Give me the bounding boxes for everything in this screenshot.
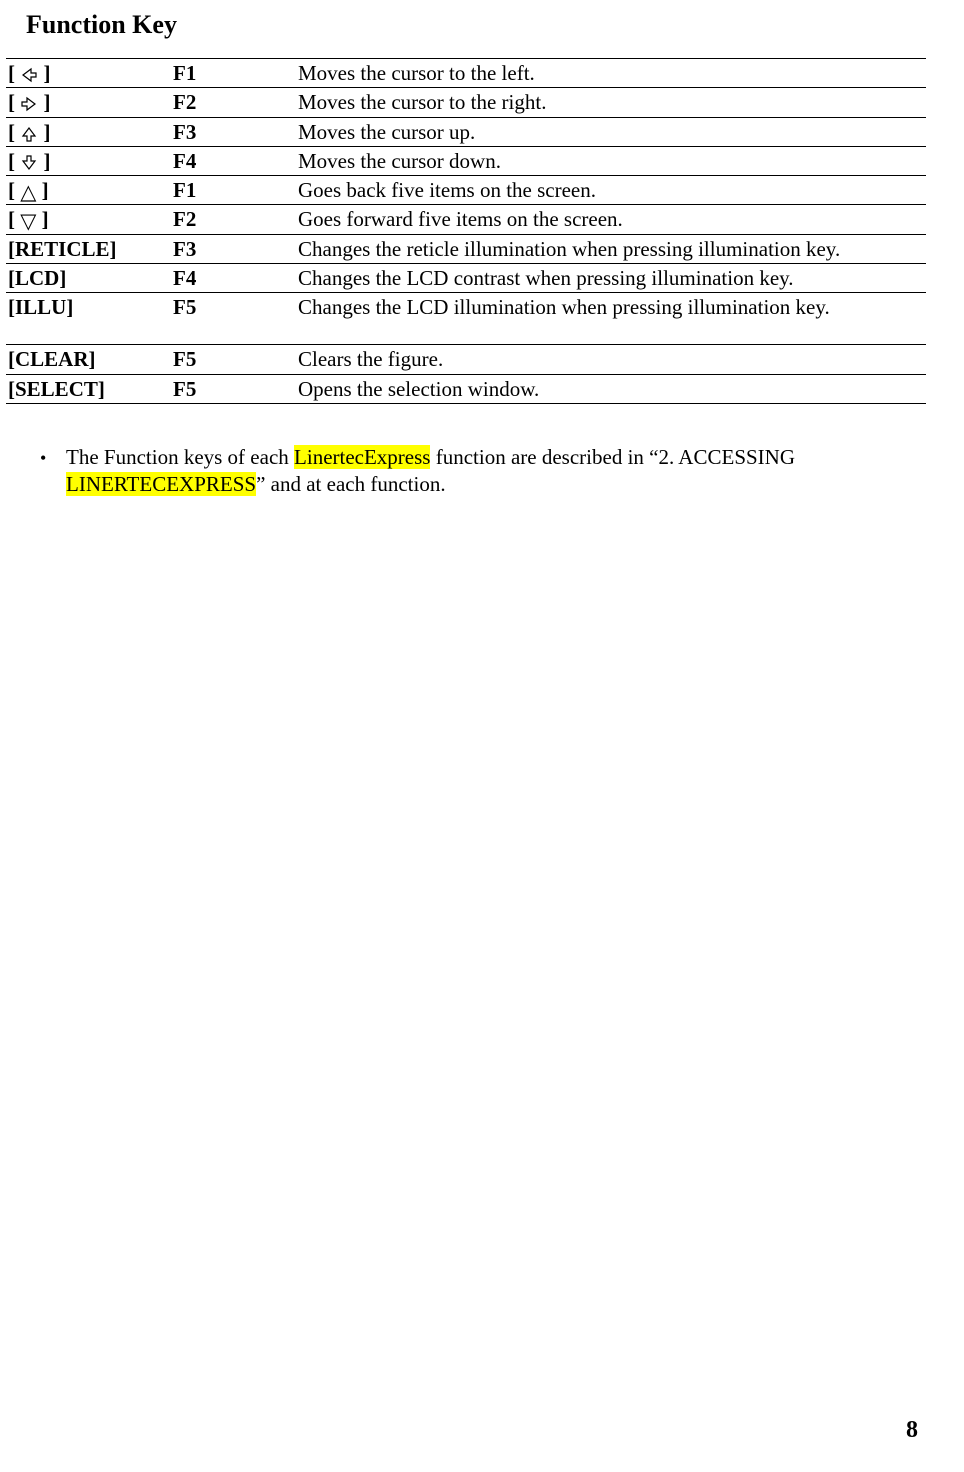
table-row: [CLEAR]F5Clears the figure. <box>6 345 926 374</box>
table-row: [ △ ]F1Goes back five items on the scree… <box>6 176 926 205</box>
key-icon-cell: [ ▽ ] <box>6 205 171 234</box>
key-icon-cell: [LCD] <box>6 263 171 292</box>
table-row: [ILLU]F5Changes the LCD illumination whe… <box>6 293 926 345</box>
fkey-cell: F4 <box>171 146 296 175</box>
description-cell: Opens the selection window. <box>296 374 926 403</box>
description-cell: Goes back five items on the screen. <box>296 176 926 205</box>
fkey-cell: F1 <box>171 176 296 205</box>
section-title: Function Key <box>26 10 954 40</box>
key-icon-cell: [ILLU] <box>6 293 171 345</box>
bullet-icon: • <box>40 444 50 471</box>
fkey-cell: F4 <box>171 263 296 292</box>
key-icon-cell: [ ] <box>6 117 171 146</box>
table-row: [RETICLE]F3Changes the reticle illuminat… <box>6 234 926 263</box>
description-cell: Goes forward five items on the screen. <box>296 205 926 234</box>
note-text: The Function keys of each LinertecExpres… <box>66 444 924 499</box>
key-icon-cell: [ ] <box>6 88 171 117</box>
description-cell: Clears the figure. <box>296 345 926 374</box>
description-cell: Moves the cursor up. <box>296 117 926 146</box>
table-row: [ ]F3Moves the cursor up. <box>6 117 926 146</box>
table-row: [ ]F4Moves the cursor down. <box>6 146 926 175</box>
fkey-cell: F3 <box>171 117 296 146</box>
table-row: [ ▽ ]F2Goes forward five items on the sc… <box>6 205 926 234</box>
table-row: [ ]F1Moves the cursor to the left. <box>6 59 926 88</box>
table-row: [LCD]F4Changes the LCD contrast when pre… <box>6 263 926 292</box>
fkey-cell: F2 <box>171 88 296 117</box>
function-key-table: [ ]F1Moves the cursor to the left.[ ]F2M… <box>6 58 926 404</box>
note-post: ” and at each function. <box>256 472 446 496</box>
description-cell: Changes the LCD illumination when pressi… <box>296 293 926 345</box>
key-icon-cell: [SELECT] <box>6 374 171 403</box>
table-row: [SELECT]F5Opens the selection window. <box>6 374 926 403</box>
description-cell: Moves the cursor to the left. <box>296 59 926 88</box>
fkey-cell: F1 <box>171 59 296 88</box>
key-icon-cell: [ ] <box>6 59 171 88</box>
description-cell: Changes the reticle illumination when pr… <box>296 234 926 263</box>
note-highlight-2: LINERTECEXPRESS <box>66 472 256 496</box>
fkey-cell: F5 <box>171 374 296 403</box>
page-number: 8 <box>906 1417 918 1444</box>
table-row: [ ]F2Moves the cursor to the right. <box>6 88 926 117</box>
key-icon-cell: [ △ ] <box>6 176 171 205</box>
note-mid: function are described in “2. ACCESSING <box>430 445 795 469</box>
description-cell: Moves the cursor down. <box>296 146 926 175</box>
note-highlight-1: LinertecExpress <box>294 445 430 469</box>
description-cell: Changes the LCD contrast when pressing i… <box>296 263 926 292</box>
note-block: • The Function keys of each LinertecExpr… <box>40 444 954 499</box>
fkey-cell: F5 <box>171 293 296 345</box>
note-pre: The Function keys of each <box>66 445 294 469</box>
fkey-cell: F3 <box>171 234 296 263</box>
fkey-cell: F5 <box>171 345 296 374</box>
key-icon-cell: [RETICLE] <box>6 234 171 263</box>
description-cell: Moves the cursor to the right. <box>296 88 926 117</box>
key-icon-cell: [ ] <box>6 146 171 175</box>
fkey-cell: F2 <box>171 205 296 234</box>
key-icon-cell: [CLEAR] <box>6 345 171 374</box>
